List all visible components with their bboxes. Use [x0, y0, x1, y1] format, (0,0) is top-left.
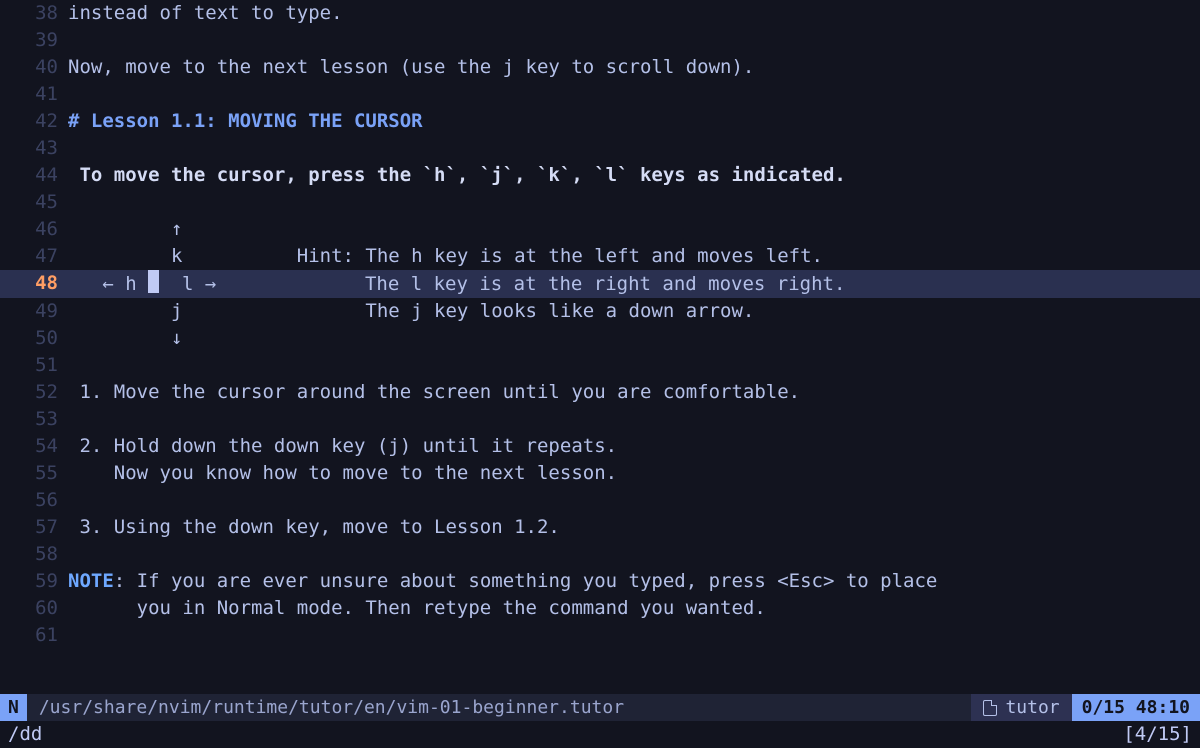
line-number: 58 — [0, 541, 68, 568]
line-content — [68, 189, 1200, 216]
line-number: 52 — [0, 379, 68, 406]
filetype-text: tutor — [1005, 694, 1059, 721]
editor-line[interactable]: 53 — [0, 406, 1200, 433]
line-content — [68, 352, 1200, 379]
line-number: 42 — [0, 108, 68, 135]
editor-line[interactable]: 51 — [0, 352, 1200, 379]
line-content: Now, move to the next lesson (use the j … — [68, 54, 1200, 81]
search-count: [4/15] — [1123, 721, 1192, 748]
line-content: To move the cursor, press the `h`, `j`, … — [68, 162, 1200, 189]
line-number: 59 — [0, 568, 68, 595]
editor-line[interactable]: 52 1. Move the cursor around the screen … — [0, 379, 1200, 406]
cursor-position: 0/15 48:10 — [1072, 694, 1200, 721]
neovim-editor[interactable]: 38instead of text to type.39 40Now, move… — [0, 0, 1200, 748]
line-number: 44 — [0, 162, 68, 189]
line-content — [68, 406, 1200, 433]
editor-line[interactable]: 58 — [0, 541, 1200, 568]
line-number: 56 — [0, 487, 68, 514]
cursor — [148, 270, 159, 293]
line-number: 50 — [0, 325, 68, 352]
editor-line[interactable]: 56 — [0, 487, 1200, 514]
line-number: 61 — [0, 622, 68, 649]
line-content: 3. Using the down key, move to Lesson 1.… — [68, 514, 1200, 541]
editor-line[interactable]: 39 — [0, 27, 1200, 54]
line-content: 2. Hold down the down key (j) until it r… — [68, 433, 1200, 460]
editor-line[interactable]: 47 k Hint: The h key is at the left and … — [0, 243, 1200, 270]
line-number: 60 — [0, 595, 68, 622]
editor-line[interactable]: 41 — [0, 81, 1200, 108]
line-content: 1. Move the cursor around the screen unt… — [68, 379, 1200, 406]
line-number: 57 — [0, 514, 68, 541]
editor-line[interactable]: 43 — [0, 135, 1200, 162]
file-path: /usr/share/nvim/runtime/tutor/en/vim-01-… — [27, 694, 972, 721]
line-number: 45 — [0, 189, 68, 216]
line-number: 54 — [0, 433, 68, 460]
editor-line[interactable]: 50 ↓ — [0, 325, 1200, 352]
line-number: 46 — [0, 216, 68, 243]
line-content — [68, 622, 1200, 649]
line-content: instead of text to type. — [68, 0, 1200, 27]
command-text: /dd — [8, 721, 1123, 748]
line-number: 41 — [0, 81, 68, 108]
line-number: 43 — [0, 135, 68, 162]
line-number: 53 — [0, 406, 68, 433]
editor-line[interactable]: 59NOTE: If you are ever unsure about som… — [0, 568, 1200, 595]
line-content: # Lesson 1.1: MOVING THE CURSOR — [68, 108, 1200, 135]
editor-line[interactable]: 57 3. Using the down key, move to Lesson… — [0, 514, 1200, 541]
editor-line[interactable]: 45 — [0, 189, 1200, 216]
editor-line[interactable]: 40Now, move to the next lesson (use the … — [0, 54, 1200, 81]
line-content: k Hint: The h key is at the left and mov… — [68, 243, 1200, 270]
editor-line[interactable]: 44 To move the cursor, press the `h`, `j… — [0, 162, 1200, 189]
line-number: 39 — [0, 27, 68, 54]
line-number: 48 — [0, 270, 68, 298]
line-number: 38 — [0, 0, 68, 27]
line-content: you in Normal mode. Then retype the comm… — [68, 595, 1200, 622]
line-content — [68, 81, 1200, 108]
file-icon — [983, 700, 997, 716]
line-content — [68, 541, 1200, 568]
line-content: ← h l → The l key is at the right and mo… — [68, 270, 1200, 298]
line-content — [68, 135, 1200, 162]
line-content: j The j key looks like a down arrow. — [68, 298, 1200, 325]
filetype-indicator: tutor — [971, 694, 1071, 721]
editor-line[interactable]: 48 ← h l → The l key is at the right and… — [0, 270, 1200, 298]
status-line: N /usr/share/nvim/runtime/tutor/en/vim-0… — [0, 694, 1200, 721]
command-line[interactable]: /dd [4/15] — [0, 721, 1200, 748]
line-number: 55 — [0, 460, 68, 487]
line-number: 47 — [0, 243, 68, 270]
editor-line[interactable]: 46 ↑ — [0, 216, 1200, 243]
line-content: NOTE: If you are ever unsure about somet… — [68, 568, 1200, 595]
line-content — [68, 27, 1200, 54]
line-content — [68, 487, 1200, 514]
editor-buffer[interactable]: 38instead of text to type.39 40Now, move… — [0, 0, 1200, 694]
line-number: 40 — [0, 54, 68, 81]
line-number: 51 — [0, 352, 68, 379]
editor-line[interactable]: 60 you in Normal mode. Then retype the c… — [0, 595, 1200, 622]
mode-indicator: N — [0, 694, 27, 721]
editor-line[interactable]: 38instead of text to type. — [0, 0, 1200, 27]
line-content: ↓ — [68, 325, 1200, 352]
editor-line[interactable]: 54 2. Hold down the down key (j) until i… — [0, 433, 1200, 460]
line-number: 49 — [0, 298, 68, 325]
line-content: Now you know how to move to the next les… — [68, 460, 1200, 487]
editor-line[interactable]: 61 — [0, 622, 1200, 649]
line-content: ↑ — [68, 216, 1200, 243]
editor-line[interactable]: 42# Lesson 1.1: MOVING THE CURSOR — [0, 108, 1200, 135]
editor-line[interactable]: 55 Now you know how to move to the next … — [0, 460, 1200, 487]
editor-line[interactable]: 49 j The j key looks like a down arrow. — [0, 298, 1200, 325]
